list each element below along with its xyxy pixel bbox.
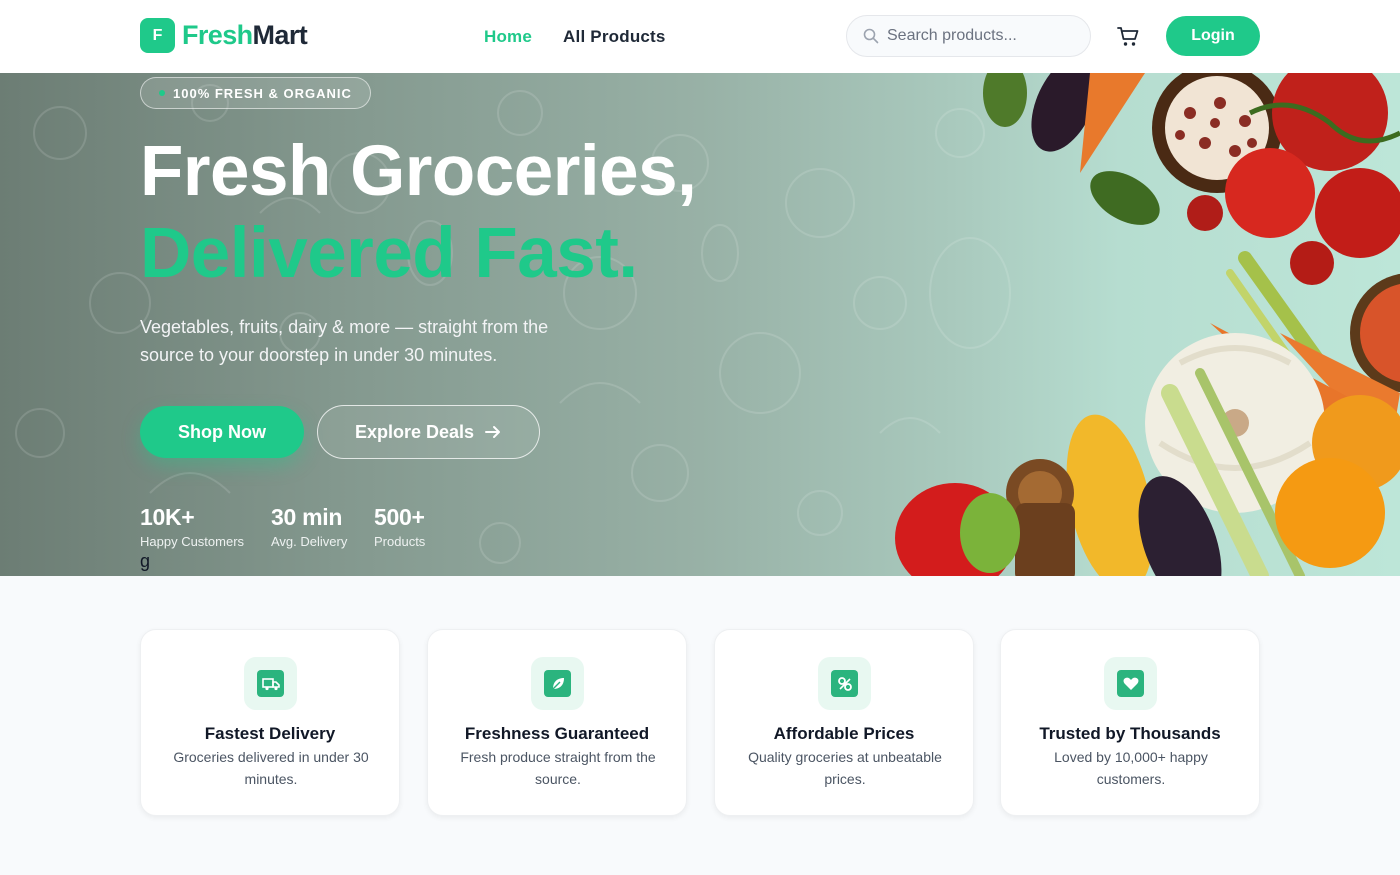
leaf-icon (544, 670, 571, 697)
hero-title-line1: Fresh Groceries, (140, 132, 697, 211)
feature-description: Fresh produce straight from the source. (460, 749, 656, 787)
nav-links: Home All Products (484, 27, 666, 47)
brand-logo[interactable]: F FreshMart (140, 18, 308, 53)
hero-title-line2: Delivered Fast. (140, 214, 638, 293)
feature-title: Fastest Delivery (204, 724, 336, 743)
search-input[interactable] (887, 27, 1077, 45)
hero-banner: 100% FRESH & ORGANIC Fresh Groceries, De… (0, 73, 1400, 576)
feature-card-trusted: Trusted by Thousands Loved by 10,000+ ha… (1000, 629, 1260, 816)
nav-home-link[interactable]: Home (484, 27, 532, 47)
brand-name-part1: Fresh (182, 20, 253, 50)
vegetables-image (895, 73, 1400, 576)
stat-value: 500+ (374, 504, 425, 530)
hero-badge-label: 100% FRESH & ORGANIC (173, 85, 352, 101)
feature-icon-container (531, 657, 584, 710)
feature-description: Quality groceries at unbeatable prices. (748, 749, 942, 787)
stat-value: 30 min (271, 504, 343, 530)
feature-card-freshness: Freshness Guaranteed Fresh produce strai… (427, 629, 687, 816)
brand-name: FreshMart (182, 20, 308, 51)
stat-label: Happy Customers (140, 534, 245, 549)
feature-title: Trusted by Thousands (1039, 724, 1221, 743)
badge-dot (159, 90, 165, 96)
hero-badge: 100% FRESH & ORGANIC (140, 77, 371, 109)
brand-name-part2: Mart (252, 20, 308, 50)
stat-delivery: 30 min Avg. Delivery (271, 504, 347, 549)
percent-icon (831, 670, 858, 697)
stat-label: Avg. Delivery (271, 534, 348, 549)
explore-deals-label: Explore Deals (354, 421, 475, 442)
feature-description: Groceries delivered in under 30 minutes. (173, 749, 369, 787)
arrow-right-icon (485, 426, 501, 438)
feature-description: Loved by 10,000+ happy customers. (1054, 749, 1208, 787)
hero-subtitle: Vegetables, fruits, dairy & more — strai… (140, 317, 549, 365)
feature-card-delivery: Fastest Delivery Groceries delivered in … (140, 629, 400, 816)
feature-card-prices: Affordable Prices Quality groceries at u… (714, 629, 974, 816)
feature-icon-container (818, 657, 871, 710)
stat-label: Products (374, 534, 426, 549)
cart-icon[interactable] (1116, 24, 1142, 50)
top-navbar: F FreshMart Home All Products Login (0, 0, 1400, 73)
stat-products: 500+ Products (374, 504, 425, 549)
feature-icon-container (244, 657, 297, 710)
search-box (846, 15, 1091, 57)
nav-all-products-link[interactable]: All Products (563, 27, 666, 47)
feature-icon-container (1104, 657, 1157, 710)
feature-title: Affordable Prices (773, 724, 915, 743)
truck-icon (257, 670, 284, 697)
stray-text: g (140, 551, 151, 571)
stat-value: 10K+ (140, 504, 195, 530)
stat-customers: 10K+ Happy Customers (140, 504, 244, 549)
login-button[interactable]: Login (1166, 16, 1260, 56)
feature-title: Freshness Guaranteed (464, 724, 650, 743)
heart-icon (1117, 670, 1144, 697)
explore-deals-button[interactable]: Explore Deals (317, 405, 540, 459)
logo-mark: F (140, 18, 175, 53)
shop-now-button[interactable]: Shop Now (140, 406, 304, 458)
search-icon (863, 28, 879, 44)
